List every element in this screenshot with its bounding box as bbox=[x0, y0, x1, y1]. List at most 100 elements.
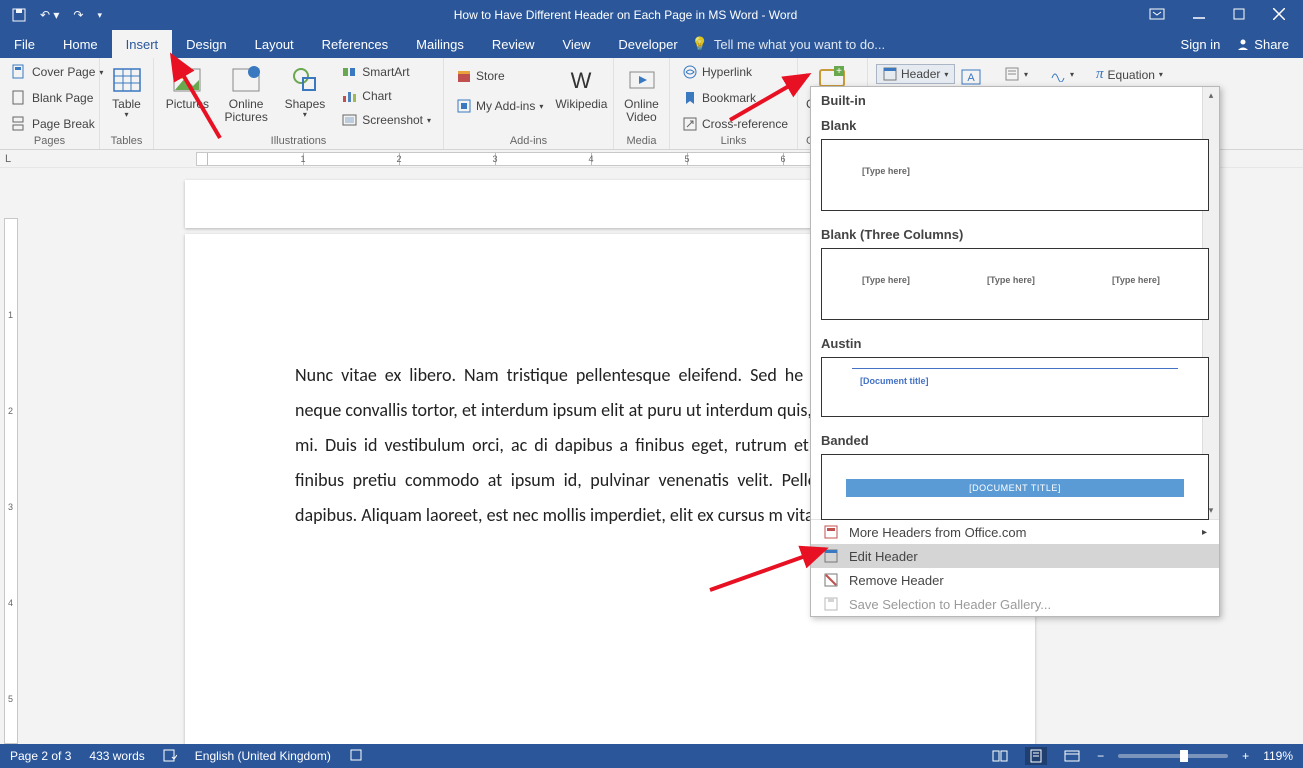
equation-label: Equation bbox=[1108, 68, 1155, 82]
blank-page-button[interactable]: Blank Page bbox=[8, 88, 107, 108]
gallery-item-banded-label: Banded bbox=[811, 429, 1219, 454]
gallery-item-austin[interactable]: [Document title] bbox=[821, 357, 1209, 417]
header-dropdown: ▴ ▾ Built-in Blank [Type here] Blank (Th… bbox=[810, 86, 1220, 617]
zoom-slider[interactable] bbox=[1118, 754, 1228, 758]
vertical-ruler[interactable]: 123456 bbox=[4, 218, 18, 744]
signature-button[interactable]: ▾ bbox=[1046, 64, 1078, 84]
qat-more-icon[interactable]: ▾ bbox=[97, 10, 102, 21]
group-tables-label: Tables bbox=[108, 135, 145, 149]
chevron-right-icon: ▸ bbox=[1202, 527, 1207, 538]
status-words[interactable]: 433 words bbox=[89, 749, 144, 763]
store-button[interactable]: Store bbox=[452, 66, 547, 86]
placeholder-text: [Document title] bbox=[860, 376, 929, 386]
bulb-icon: 💡 bbox=[692, 36, 708, 52]
save-to-gallery-label: Save Selection to Header Gallery... bbox=[849, 597, 1051, 612]
annotation-arrow-1 bbox=[160, 48, 240, 148]
zoom-out-button[interactable]: − bbox=[1097, 749, 1104, 763]
online-video-button[interactable]: Online Video bbox=[622, 62, 661, 126]
page-break-label: Page Break bbox=[32, 117, 95, 131]
chart-button[interactable]: Chart bbox=[338, 86, 435, 106]
print-layout-button[interactable] bbox=[1025, 747, 1047, 765]
remove-header-menuitem[interactable]: Remove Header bbox=[811, 568, 1219, 592]
remove-header-label: Remove Header bbox=[849, 573, 944, 588]
edit-header-menuitem[interactable]: Edit Header bbox=[811, 544, 1219, 568]
tab-references[interactable]: References bbox=[308, 30, 402, 58]
ribbon-options-icon[interactable] bbox=[1149, 8, 1165, 23]
placeholder-text: [Type here] bbox=[1112, 275, 1160, 285]
status-proofing-icon[interactable] bbox=[163, 748, 177, 765]
cover-page-label: Cover Page bbox=[32, 65, 95, 79]
maximize-icon[interactable] bbox=[1233, 8, 1245, 23]
wikipedia-button[interactable]: W Wikipedia bbox=[555, 62, 607, 113]
shapes-button[interactable]: Shapes▾ bbox=[280, 62, 331, 122]
screenshot-button[interactable]: Screenshot ▾ bbox=[338, 110, 435, 130]
web-layout-button[interactable] bbox=[1061, 747, 1083, 765]
svg-text:W: W bbox=[571, 68, 592, 93]
tab-home[interactable]: Home bbox=[49, 30, 112, 58]
online-video-label: Online Video bbox=[624, 98, 659, 124]
tab-layout[interactable]: Layout bbox=[241, 30, 308, 58]
save-icon[interactable] bbox=[12, 8, 26, 22]
sign-in-link[interactable]: Sign in bbox=[1181, 37, 1221, 52]
edit-header-label: Edit Header bbox=[849, 549, 918, 564]
group-addins-label: Add-ins bbox=[452, 135, 605, 149]
gallery-item-blank[interactable]: [Type here] bbox=[821, 139, 1209, 211]
share-button[interactable]: Share bbox=[1236, 37, 1289, 52]
tab-mailings[interactable]: Mailings bbox=[402, 30, 478, 58]
my-addins-button[interactable]: My Add-ins ▾ bbox=[452, 96, 547, 116]
header-button[interactable]: Header ▾ bbox=[876, 64, 955, 84]
ruler-corner: L bbox=[0, 153, 16, 165]
equation-button[interactable]: π Equation ▾ bbox=[1092, 64, 1167, 85]
placeholder-text: [Type here] bbox=[987, 275, 1035, 285]
tell-me-placeholder: Tell me what you want to do... bbox=[714, 37, 885, 52]
group-media-label: Media bbox=[622, 135, 661, 149]
gallery-item-blank-label: Blank bbox=[811, 114, 1219, 139]
more-headers-label: More Headers from Office.com bbox=[849, 525, 1026, 540]
svg-text:+: + bbox=[836, 66, 842, 77]
cover-page-button[interactable]: Cover Page ▾ bbox=[8, 62, 107, 82]
status-page[interactable]: Page 2 of 3 bbox=[10, 749, 71, 763]
zoom-in-button[interactable]: + bbox=[1242, 749, 1249, 763]
save-to-gallery-menuitem: Save Selection to Header Gallery... bbox=[811, 592, 1219, 616]
page-break-button[interactable]: Page Break bbox=[8, 114, 107, 134]
placeholder-text: [Type here] bbox=[862, 166, 910, 176]
read-mode-button[interactable] bbox=[989, 747, 1011, 765]
gallery-category-builtin: Built-in bbox=[811, 87, 1219, 114]
gallery-item-austin-label: Austin bbox=[811, 332, 1219, 357]
tab-developer[interactable]: Developer bbox=[604, 30, 691, 58]
tab-view[interactable]: View bbox=[548, 30, 604, 58]
blank-page-label: Blank Page bbox=[32, 91, 93, 105]
redo-icon[interactable]: ↷ bbox=[73, 8, 83, 22]
gallery-item-blank3-label: Blank (Three Columns) bbox=[811, 223, 1219, 248]
chart-label: Chart bbox=[362, 89, 391, 103]
status-macro-icon[interactable] bbox=[349, 748, 363, 765]
smartart-label: SmartArt bbox=[362, 65, 409, 79]
minimize-icon[interactable] bbox=[1193, 8, 1205, 23]
tell-me-input[interactable]: 💡 Tell me what you want to do... bbox=[692, 36, 885, 52]
zoom-level[interactable]: 119% bbox=[1263, 749, 1293, 763]
window-title: How to Have Different Header on Each Pag… bbox=[102, 8, 1149, 22]
smartart-button[interactable]: SmartArt bbox=[338, 62, 435, 82]
placeholder-text: [Type here] bbox=[862, 275, 910, 285]
gallery-item-blank3[interactable]: [Type here] [Type here] [Type here] bbox=[821, 248, 1209, 320]
tab-review[interactable]: Review bbox=[478, 30, 549, 58]
undo-icon[interactable]: ↶ ▾ bbox=[40, 8, 59, 22]
group-links-label: Links bbox=[678, 135, 789, 149]
share-label: Share bbox=[1254, 37, 1289, 52]
screenshot-label: Screenshot bbox=[362, 113, 423, 127]
status-language[interactable]: English (United Kingdom) bbox=[195, 749, 331, 763]
store-label: Store bbox=[476, 69, 505, 83]
table-button[interactable]: Table▾ bbox=[108, 62, 145, 122]
tab-file[interactable]: File bbox=[0, 30, 49, 58]
annotation-arrow-3 bbox=[700, 535, 840, 595]
gallery-item-banded[interactable]: [DOCUMENT TITLE] bbox=[821, 454, 1209, 520]
scroll-up-icon[interactable]: ▴ bbox=[1203, 87, 1219, 104]
more-headers-menuitem[interactable]: More Headers from Office.com ▸ bbox=[811, 520, 1219, 544]
close-icon[interactable] bbox=[1273, 8, 1285, 23]
placeholder-text: [DOCUMENT TITLE] bbox=[846, 479, 1184, 497]
quick-parts-button[interactable]: ▾ bbox=[1000, 64, 1032, 84]
annotation-arrow-2 bbox=[700, 65, 820, 125]
wikipedia-label: Wikipedia bbox=[555, 98, 607, 111]
header-label: Header bbox=[901, 67, 940, 81]
svg-text:A: A bbox=[967, 72, 975, 84]
